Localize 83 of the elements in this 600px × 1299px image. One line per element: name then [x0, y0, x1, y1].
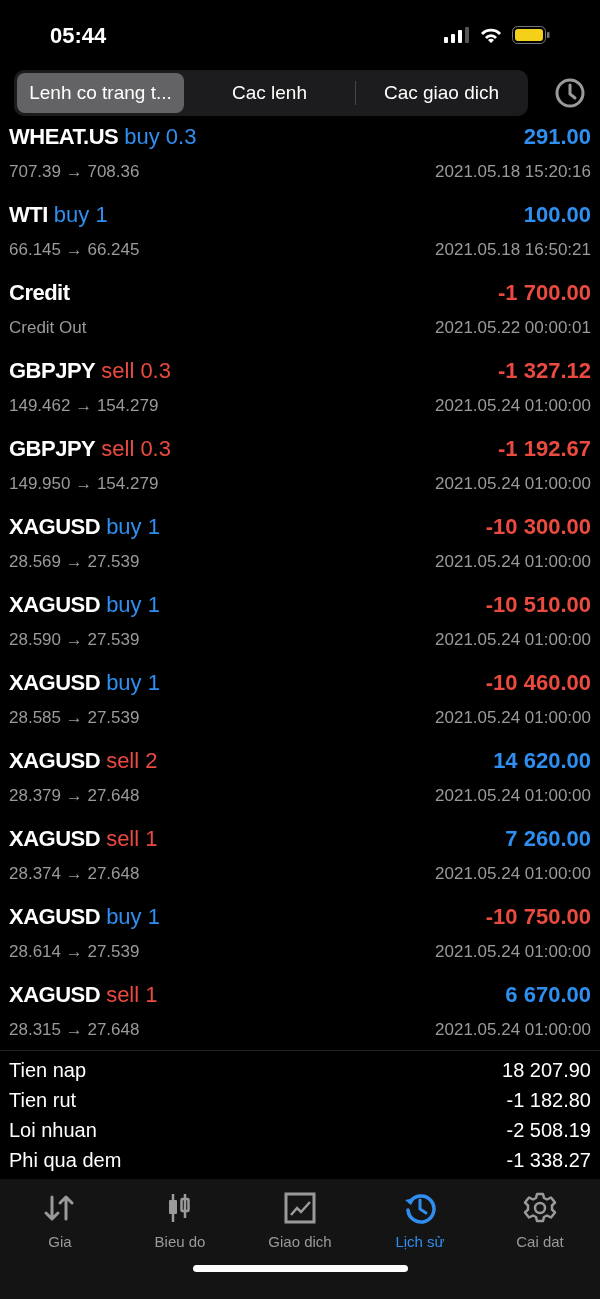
timestamp: 2021.05.18 15:20:16 — [435, 160, 591, 183]
timestamp: 2021.05.24 01:00:00 — [435, 862, 591, 885]
profit-value: -10 750.00 — [485, 902, 591, 931]
profit-value: -10 460.00 — [485, 668, 591, 697]
summary-value: -1 338.27 — [506, 1148, 591, 1173]
summary-label: Loi nhuan — [9, 1118, 97, 1143]
tab-bar-item[interactable]: Lịch sử — [360, 1191, 480, 1265]
order-type: buy 0.3 — [124, 124, 197, 151]
symbol-label: XAGUSD — [9, 902, 101, 931]
profit-value: 100.00 — [523, 200, 591, 229]
symbol-label: Credit — [9, 278, 70, 307]
profit-value: -10 300.00 — [485, 512, 591, 541]
price-range: 28.374 → 27.648 — [9, 862, 140, 885]
symbol-label: XAGUSD — [9, 590, 101, 619]
timestamp: 2021.05.24 01:00:00 — [435, 472, 591, 495]
symbol-label: XAGUSD — [9, 512, 101, 541]
symbol-label: XAGUSD — [9, 746, 101, 775]
summary-value: -2 508.19 — [506, 1118, 591, 1143]
symbol-label: WHEAT.US — [9, 124, 119, 151]
order-type: sell 0.3 — [101, 434, 171, 463]
segment-tab[interactable]: Lenh co trang t... — [17, 73, 184, 113]
summary-value: 18 207.90 — [502, 1058, 591, 1083]
profit-value: 291.00 — [523, 124, 591, 151]
order-type: buy 1 — [53, 200, 108, 229]
profit-value: -10 510.00 — [485, 590, 591, 619]
profit-value: 14 620.00 — [493, 746, 591, 775]
price-range: 28.569 → 27.539 — [9, 550, 140, 573]
wifi-icon — [480, 27, 502, 43]
summary-value: -1 182.80 — [506, 1088, 591, 1113]
tab-bar-item[interactable]: Giao dich — [240, 1191, 360, 1265]
price-range: 149.950 → 154.279 — [9, 472, 159, 495]
price-range: 28.585 → 27.539 — [9, 706, 140, 729]
symbol-label: XAGUSD — [9, 668, 101, 697]
order-type: buy 1 — [106, 668, 160, 697]
order-type: sell 2 — [106, 746, 158, 775]
history-icon — [403, 1191, 437, 1225]
order-type: buy 1 — [106, 902, 160, 931]
tab-bar-item[interactable]: Bieu do — [120, 1191, 240, 1265]
profit-value: -1 327.12 — [498, 356, 591, 385]
timestamp: 2021.05.18 16:50:21 — [435, 238, 591, 261]
segment-tab[interactable]: Cac lenh — [186, 73, 353, 113]
summary-label: Tien nap — [9, 1058, 87, 1083]
comment-text: Credit Out — [9, 316, 87, 339]
signal-icon — [444, 27, 470, 43]
profit-value: -1 700.00 — [498, 278, 591, 307]
price-range: 149.462 → 154.279 — [9, 394, 159, 417]
price-range: 28.379 → 27.648 — [9, 784, 140, 807]
profit-value: 6 670.00 — [505, 980, 591, 1009]
order-type: sell 1 — [106, 980, 158, 1009]
timestamp: 2021.05.24 01:00:00 — [435, 628, 591, 651]
tab-bar-item[interactable]: Cai dat — [480, 1191, 600, 1265]
timestamp: 2021.05.24 01:00:00 — [435, 784, 591, 807]
symbol-label: GBPJPY — [9, 356, 96, 385]
summary-label: Tien rut — [9, 1088, 77, 1113]
timestamp: 2021.05.22 00:00:01 — [435, 316, 591, 339]
tab-bar-item[interactable]: Gia — [0, 1191, 120, 1265]
price-range: 66.145 → 66.245 — [9, 238, 140, 261]
symbol-label: XAGUSD — [9, 824, 101, 853]
settings-icon — [523, 1191, 557, 1225]
order-type: sell 0.3 — [101, 356, 171, 385]
timestamp: 2021.05.24 01:00:00 — [435, 1018, 591, 1041]
timestamp: 2021.05.24 01:00:00 — [435, 706, 591, 729]
timestamp: 2021.05.24 01:00:00 — [435, 940, 591, 963]
line-chart-icon — [283, 1191, 317, 1225]
order-type: buy 1 — [106, 512, 160, 541]
symbol-label: WTI — [9, 200, 48, 229]
status-time: 05:44 — [50, 21, 107, 50]
order-type: sell 1 — [106, 824, 158, 853]
timestamp: 2021.05.24 01:00:00 — [435, 550, 591, 573]
order-type: buy 1 — [106, 590, 160, 619]
price-range: 28.315 → 27.648 — [9, 1018, 140, 1041]
price-range: 28.590 → 27.539 — [9, 628, 140, 651]
clock-icon[interactable] — [554, 77, 586, 109]
battery-icon — [512, 26, 550, 44]
segment-tab[interactable]: Cac giao dich — [358, 73, 525, 113]
summary-label: Phi qua dem — [9, 1148, 122, 1173]
profit-value: -1 192.67 — [498, 434, 591, 463]
symbol-label: XAGUSD — [9, 980, 101, 1009]
price-range: 28.614 → 27.539 — [9, 940, 140, 963]
price-range: 707.39 → 708.36 — [9, 160, 140, 183]
profit-value: 7 260.00 — [505, 824, 591, 853]
timestamp: 2021.05.24 01:00:00 — [435, 394, 591, 417]
symbol-label: GBPJPY — [9, 434, 96, 463]
